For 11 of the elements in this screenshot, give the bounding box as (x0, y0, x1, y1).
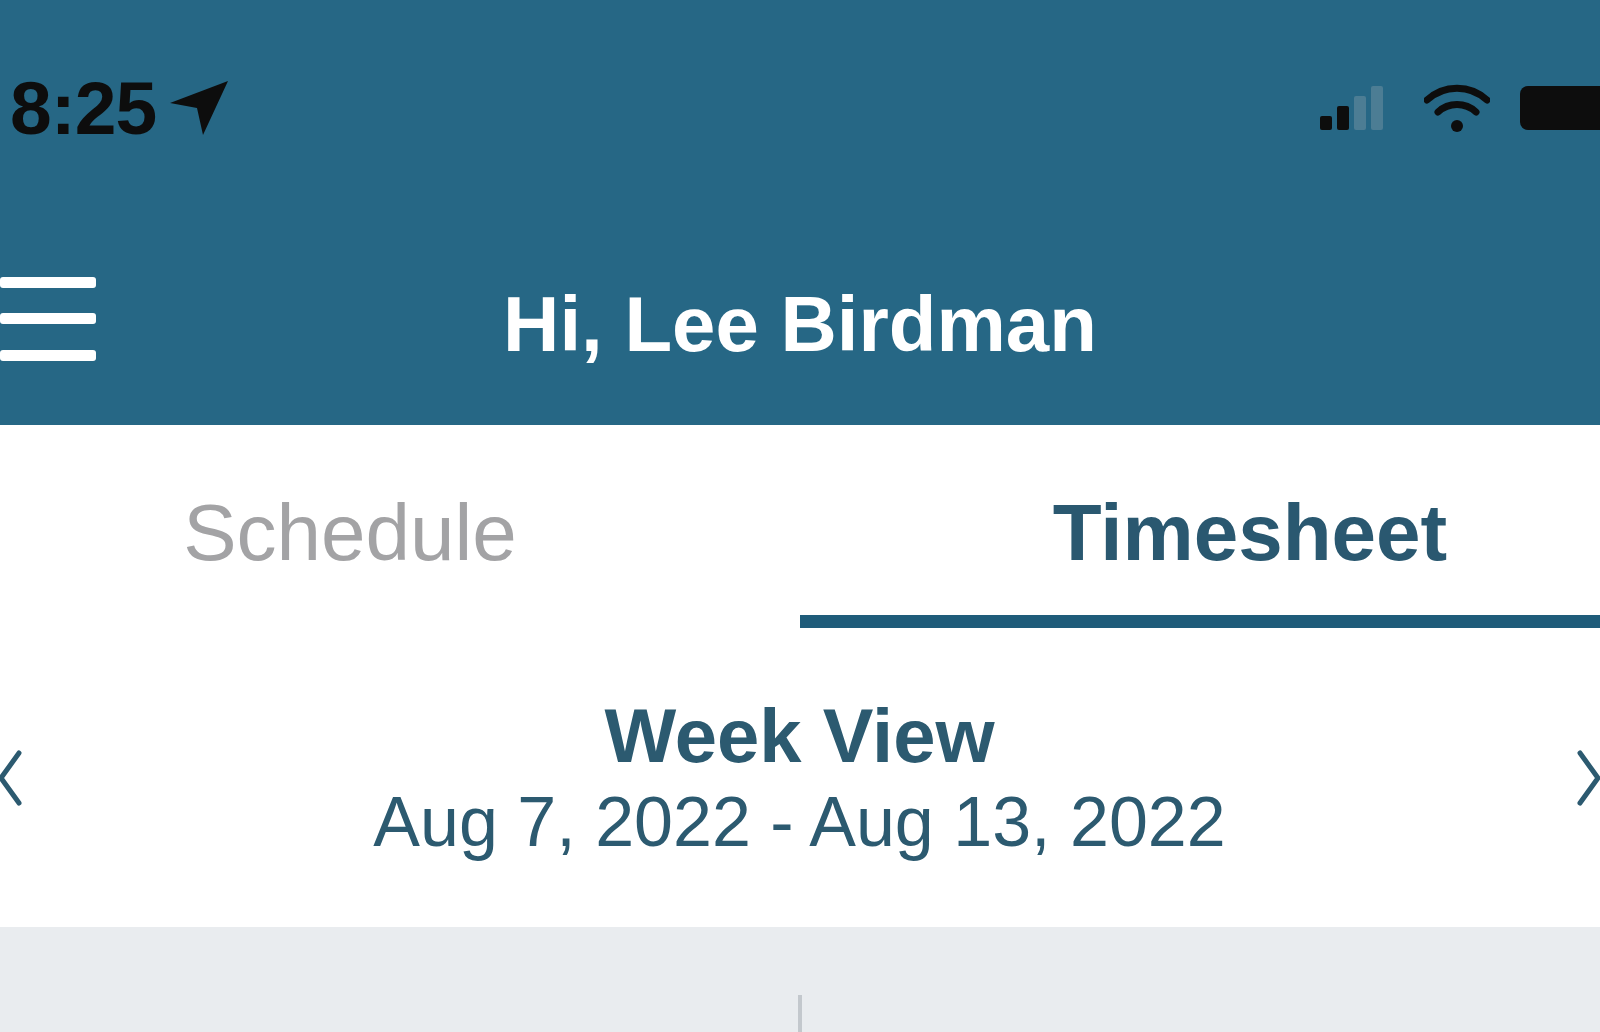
date-range: Aug 7, 2022 - Aug 13, 2022 (373, 781, 1226, 863)
signal-icon (1320, 86, 1386, 130)
wifi-icon (1424, 84, 1490, 132)
status-time: 8:25 (10, 70, 157, 146)
chevron-left-icon[interactable] (0, 749, 22, 806)
chevron-right-icon[interactable] (1577, 749, 1600, 806)
week-view-title: Week View (604, 691, 995, 780)
location-arrow-icon (170, 81, 229, 135)
greeting-title: Hi, Lee Birdman (503, 281, 1097, 368)
menu-icon[interactable] (0, 277, 96, 361)
battery-icon (1520, 86, 1600, 130)
